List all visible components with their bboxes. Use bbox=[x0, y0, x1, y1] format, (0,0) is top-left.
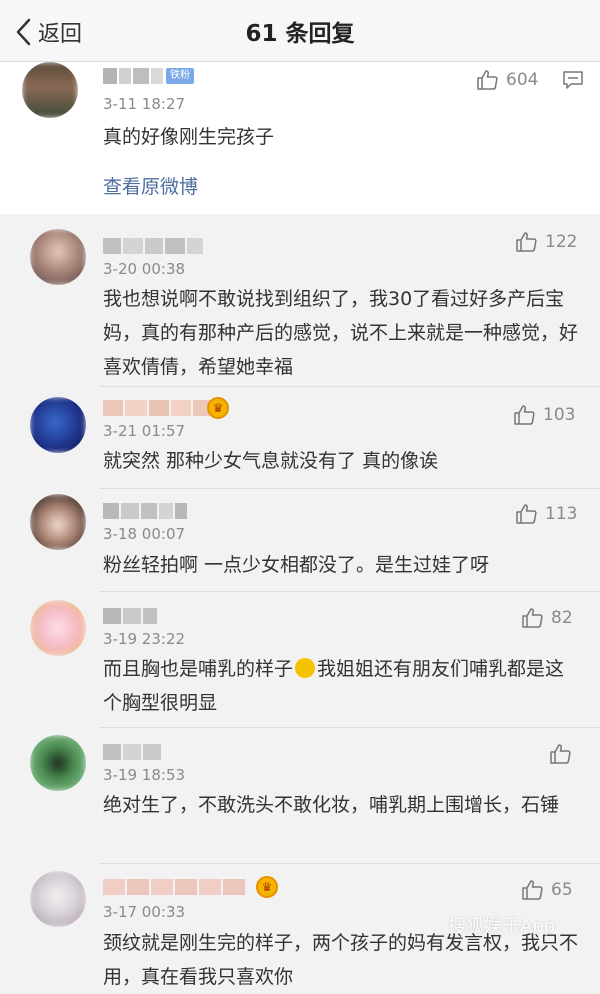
reply-time: 3-20 00:38 bbox=[103, 260, 186, 278]
divider bbox=[100, 727, 600, 728]
comment-icon[interactable] bbox=[562, 70, 584, 90]
like-count: 113 bbox=[545, 504, 578, 524]
reply-time: 3-21 01:57 bbox=[103, 422, 186, 440]
divider bbox=[100, 863, 600, 864]
like-button[interactable]: 65 bbox=[521, 878, 573, 902]
like-button[interactable]: 604 bbox=[476, 68, 538, 92]
reply-time: 3-17 00:33 bbox=[103, 903, 186, 921]
view-original-link[interactable]: 查看原微博 bbox=[103, 172, 198, 199]
emoji-badge-icon: ♛ bbox=[256, 876, 278, 898]
reply-text: 就突然 那种少女气息就没有了 真的像诶 bbox=[103, 450, 439, 472]
emoji-badge-icon: ♛ bbox=[207, 397, 229, 419]
reply-time: 3-18 00:07 bbox=[103, 525, 186, 543]
fan-badge: 铁粉 bbox=[166, 68, 194, 84]
avatar[interactable] bbox=[30, 735, 86, 791]
thumbs-up-icon bbox=[516, 504, 537, 524]
divider bbox=[100, 386, 600, 387]
thumbs-up-icon bbox=[514, 405, 535, 425]
like-button[interactable]: 82 bbox=[521, 606, 573, 630]
reply-text: 绝对生了，不敢洗头不敢化妆，哺乳期上围增长，石锤 bbox=[103, 794, 560, 816]
reply-time: 3-19 23:22 bbox=[103, 630, 186, 648]
username-blurred[interactable] bbox=[103, 68, 165, 84]
thumbs-up-icon bbox=[477, 70, 498, 90]
username-blurred[interactable] bbox=[103, 608, 159, 624]
divider bbox=[100, 591, 600, 592]
like-count: 82 bbox=[551, 608, 573, 628]
avatar[interactable] bbox=[30, 871, 86, 927]
comment-text: 真的好像刚生完孩子 bbox=[103, 126, 275, 148]
avatar[interactable] bbox=[30, 600, 86, 656]
username-blurred[interactable] bbox=[103, 238, 205, 254]
thumbs-up-icon bbox=[522, 880, 543, 900]
divider bbox=[100, 488, 600, 489]
username-blurred[interactable] bbox=[103, 400, 213, 416]
reply-text: 我也想说啊不敢说找到组织了，我30了看过好多产后宝妈，真的有那种产后的感觉，说不… bbox=[103, 288, 579, 378]
watermark: 搜狐娱乐App bbox=[448, 916, 556, 937]
avatar[interactable] bbox=[30, 397, 86, 453]
like-button[interactable]: 122 bbox=[515, 230, 577, 254]
avatar[interactable] bbox=[30, 494, 86, 550]
like-button[interactable]: 103 bbox=[513, 403, 575, 427]
thumbs-up-icon bbox=[550, 744, 571, 764]
like-count: 122 bbox=[545, 232, 578, 252]
thumbs-up-icon bbox=[516, 232, 537, 252]
laughing-tears-emoji-icon bbox=[295, 658, 316, 678]
avatar[interactable] bbox=[30, 229, 86, 285]
comment-time: 3-11 18:27 bbox=[103, 95, 186, 113]
like-button[interactable] bbox=[549, 742, 579, 766]
reply-time: 3-19 18:53 bbox=[103, 766, 186, 784]
like-count: 604 bbox=[506, 70, 539, 90]
like-count: 65 bbox=[551, 880, 573, 900]
username-blurred[interactable] bbox=[103, 744, 163, 760]
username-blurred[interactable] bbox=[103, 879, 247, 895]
reply-text: 粉丝轻拍啊 一点少女相都没了。是生过娃了呀 bbox=[103, 554, 490, 576]
page-title: 61 条回复 bbox=[245, 21, 355, 47]
reply-text-part: 而且胸也是哺乳的样子 bbox=[103, 658, 294, 680]
avatar[interactable] bbox=[22, 62, 78, 118]
like-count: 103 bbox=[543, 405, 576, 425]
username-blurred[interactable] bbox=[103, 503, 189, 519]
nav-bar: 返回 61 条回复 bbox=[0, 0, 600, 62]
like-button[interactable]: 113 bbox=[515, 502, 577, 526]
reply-text: 而且胸也是哺乳的样子 我姐姐还有朋友们哺乳都是这个胸型很明显 bbox=[103, 652, 583, 720]
thumbs-up-icon bbox=[522, 608, 543, 628]
